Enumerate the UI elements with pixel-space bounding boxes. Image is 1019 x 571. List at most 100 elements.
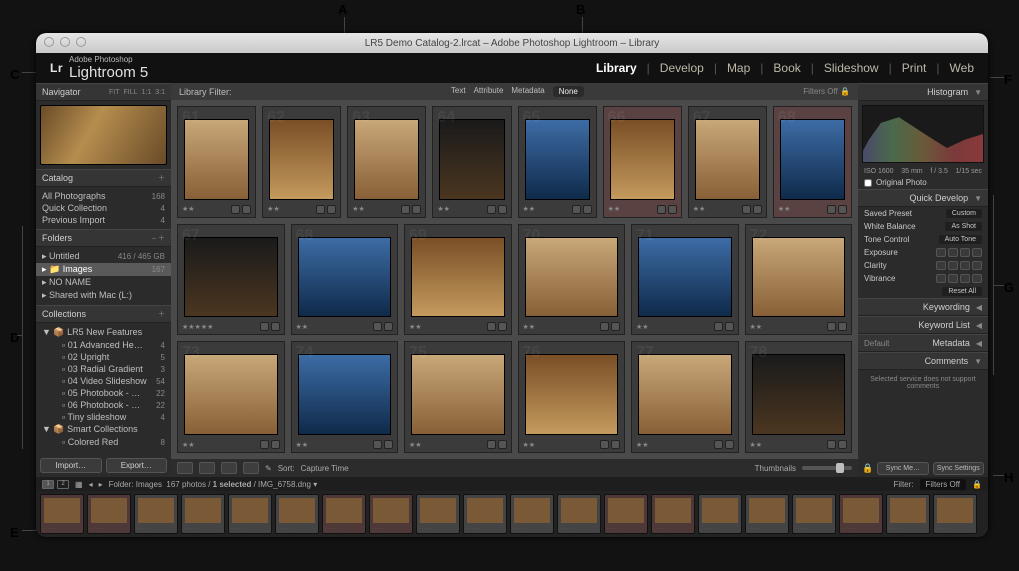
increase-button[interactable]: [960, 261, 970, 270]
filmstrip-thumbnail[interactable]: ·····: [839, 494, 883, 534]
decrease-button[interactable]: [948, 274, 958, 283]
grid-cell[interactable]: 65★★: [518, 106, 597, 218]
filmstrip-thumbnail[interactable]: ·····: [40, 494, 84, 534]
sync-settings-button[interactable]: Sync Settings: [933, 462, 984, 475]
thumbnail-badge[interactable]: [401, 205, 410, 214]
catalog-header[interactable]: Catalog ＋: [36, 169, 171, 187]
thumbnail-badge[interactable]: [600, 322, 609, 331]
filmstrip-thumbnail[interactable]: ·····: [134, 494, 178, 534]
grid-cell[interactable]: 61★★: [177, 106, 256, 218]
thumbnail-badge[interactable]: [753, 205, 762, 214]
close-icon[interactable]: [44, 37, 54, 47]
catalog-item[interactable]: Quick Collection4: [42, 202, 165, 214]
filmstrip-thumbnail[interactable]: ·····: [322, 494, 366, 534]
histogram-header[interactable]: Histogram▼: [858, 83, 988, 101]
keyword-list-header[interactable]: Keyword List◀: [858, 316, 988, 334]
sync-metadata-button[interactable]: Sync Me…: [877, 462, 928, 475]
white-balance-row[interactable]: White BalanceAs Shot: [858, 220, 988, 233]
keywording-header[interactable]: Keywording◀: [858, 298, 988, 316]
grid-cell[interactable]: 67★★★★★: [177, 224, 285, 336]
grid-cell[interactable]: 69★★: [404, 224, 512, 336]
plus-icon[interactable]: ＋: [158, 309, 165, 319]
filter-tab-attribute[interactable]: Attribute: [474, 86, 504, 97]
grid-cell[interactable]: 76★★: [518, 341, 626, 453]
filmstrip-thumbnail[interactable]: ·····: [698, 494, 742, 534]
zoom-fit[interactable]: FIT: [109, 89, 120, 96]
grid-cell[interactable]: 75★★: [404, 341, 512, 453]
thumbnail-badge[interactable]: [611, 322, 620, 331]
titlebar[interactable]: LR5 Demo Catalog-2.lrcat – Adobe Photosh…: [36, 33, 988, 53]
thumbnail-badge[interactable]: [260, 322, 269, 331]
collections-header[interactable]: Collections ＋: [36, 305, 171, 323]
reset-all-button[interactable]: Reset All: [942, 287, 982, 296]
collection-item[interactable]: ▫ Colored Red8: [42, 436, 165, 448]
filmstrip-thumbnail[interactable]: ·····: [745, 494, 789, 534]
navigator-preview[interactable]: [40, 105, 167, 165]
collection-set[interactable]: ▼ 📦 Smart Collections: [42, 423, 165, 436]
thumbnail-badge[interactable]: [271, 322, 280, 331]
thumbnail-badge[interactable]: [327, 205, 336, 214]
zoom-1:1[interactable]: 1:1: [142, 89, 152, 96]
decrease-button[interactable]: [948, 248, 958, 257]
grid-cell[interactable]: 72★★: [745, 224, 853, 336]
lock-icon[interactable]: 🔒: [862, 463, 873, 474]
grid-shortcut-icon[interactable]: ▦: [75, 480, 83, 489]
thumbnail-badge[interactable]: [838, 322, 847, 331]
filter-tab-text[interactable]: Text: [451, 86, 466, 97]
collection-item[interactable]: ▫ 03 Radial Gradient3: [42, 363, 165, 375]
thumbnail-badge[interactable]: [572, 205, 581, 214]
thumbnail-badge[interactable]: [487, 205, 496, 214]
module-web[interactable]: Web: [950, 61, 974, 75]
collection-set[interactable]: ▼ 📦 LR5 New Features: [42, 326, 165, 339]
comments-header[interactable]: Comments▼: [858, 352, 988, 370]
module-slideshow[interactable]: Slideshow: [824, 61, 879, 75]
collection-item[interactable]: ▫ 06 Photobook - …22: [42, 399, 165, 411]
filmstrip-thumbnail[interactable]: ·····: [933, 494, 977, 534]
plus-icon[interactable]: ＋: [158, 173, 165, 183]
thumbnail-badge[interactable]: [611, 440, 620, 449]
grid-cell[interactable]: 73★★: [177, 341, 285, 453]
increase-large-button[interactable]: [972, 248, 982, 257]
filmstrip-thumbnail[interactable]: ·····: [275, 494, 319, 534]
thumbnail-badge[interactable]: [271, 440, 280, 449]
tone-control-row[interactable]: Tone ControlAuto Tone: [858, 233, 988, 246]
folders-header[interactable]: Folders – ＋: [36, 229, 171, 247]
monitor-2-button[interactable]: 2: [57, 480, 69, 489]
filmstrip-thumbnail[interactable]: ·····: [557, 494, 601, 534]
thumbnail-badge[interactable]: [242, 205, 251, 214]
volume-row[interactable]: ▸ NO NAME: [42, 276, 165, 289]
loupe-view-button[interactable]: [199, 462, 215, 474]
filmstrip-thumbnail[interactable]: ·····: [228, 494, 272, 534]
thumbnail-badge[interactable]: [260, 440, 269, 449]
sort-value[interactable]: Capture Time: [301, 464, 349, 473]
thumbnail-badge[interactable]: [316, 205, 325, 214]
module-develop[interactable]: Develop: [660, 61, 704, 75]
thumbnail-size-slider[interactable]: [802, 466, 852, 470]
filter-tab-metadata[interactable]: Metadata: [511, 86, 544, 97]
painter-icon[interactable]: ✎: [265, 464, 272, 473]
thumbnail-badge[interactable]: [725, 322, 734, 331]
thumbnail-badge[interactable]: [384, 440, 393, 449]
thumbnail-badge[interactable]: [742, 205, 751, 214]
decrease-large-button[interactable]: [936, 274, 946, 283]
thumbnail-badge[interactable]: [600, 440, 609, 449]
grid-cell[interactable]: 66★★: [603, 106, 682, 218]
navigator-zoom-tools[interactable]: FITFILL1:13:1: [109, 89, 165, 96]
thumbnail-badge[interactable]: [827, 322, 836, 331]
secondary-monitor-buttons[interactable]: 1 2: [42, 480, 69, 489]
decrease-button[interactable]: [948, 261, 958, 270]
increase-button[interactable]: [960, 274, 970, 283]
filmstrip[interactable]: ········································…: [36, 491, 988, 537]
increase-large-button[interactable]: [972, 261, 982, 270]
module-map[interactable]: Map: [727, 61, 750, 75]
thumbnail-badge[interactable]: [668, 205, 677, 214]
folder-path[interactable]: Folder: Images 167 photos / 1 selected /…: [109, 480, 318, 489]
thumbnail-badge[interactable]: [583, 205, 592, 214]
thumbnail-badge[interactable]: [838, 205, 847, 214]
import-button[interactable]: Import…: [40, 458, 102, 473]
survey-view-button[interactable]: [243, 462, 259, 474]
saved-preset-row[interactable]: Saved PresetCustom: [858, 207, 988, 220]
original-photo-checkbox[interactable]: Original Photo: [864, 178, 927, 187]
thumbnail-badge[interactable]: [373, 322, 382, 331]
filmstrip-thumbnail[interactable]: ·····: [604, 494, 648, 534]
